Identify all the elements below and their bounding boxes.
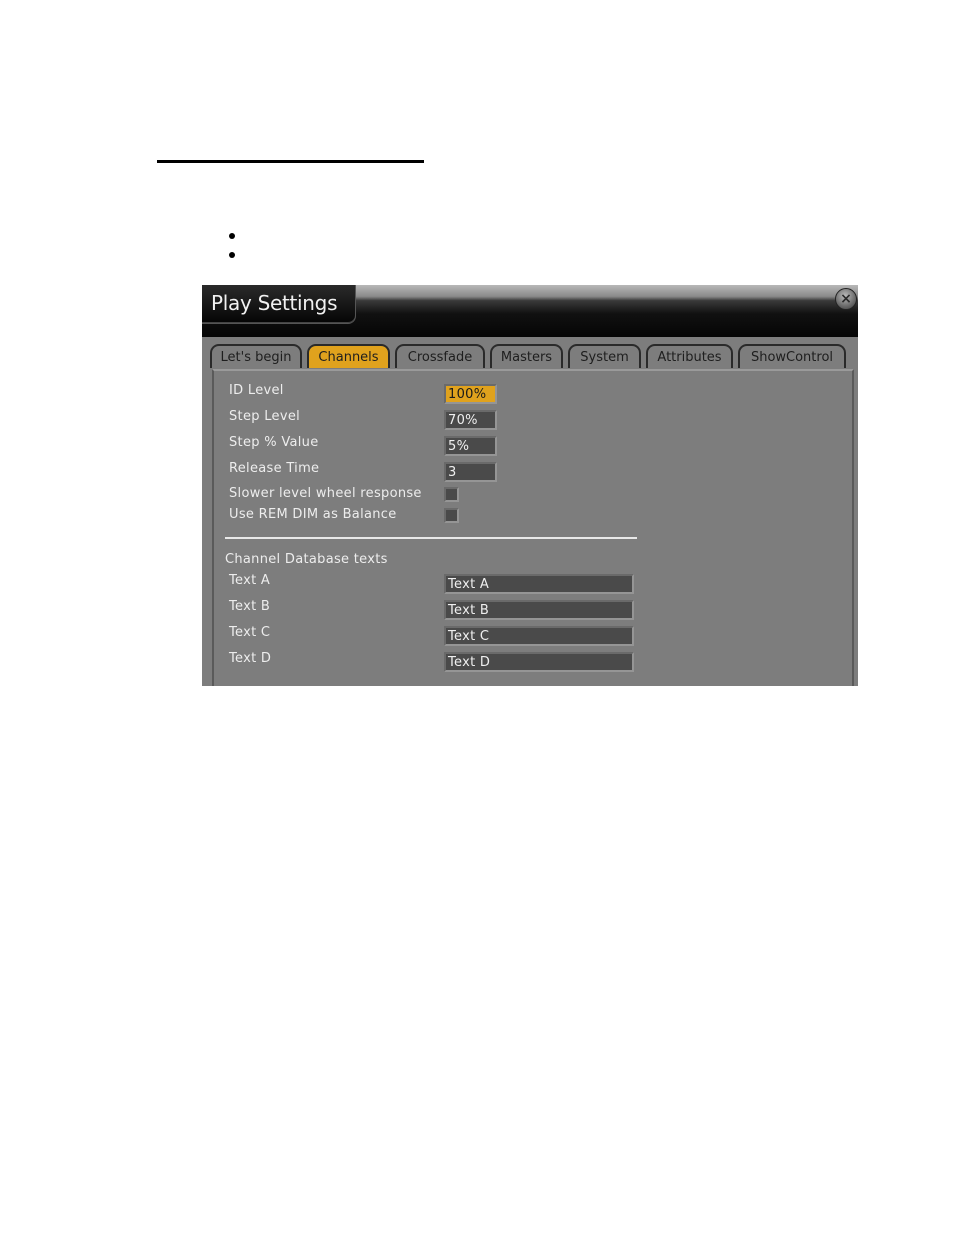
text-c-label: Text C xyxy=(229,625,271,640)
text-b-label: Text B xyxy=(229,599,271,614)
bullet-point xyxy=(229,233,235,239)
window-title: Play Settings xyxy=(211,291,338,315)
text-a-field[interactable]: Text A xyxy=(444,574,634,594)
tab-showcontrol[interactable]: ShowControl xyxy=(738,344,846,368)
text-d-field[interactable]: Text D xyxy=(444,652,634,672)
heading-underline-rule xyxy=(157,160,424,163)
tab-lets-begin[interactable]: Let's begin xyxy=(210,344,302,368)
id-level-field[interactable]: 100% xyxy=(444,384,497,404)
step-percent-value-field[interactable]: 5% xyxy=(444,436,497,456)
tab-attributes[interactable]: Attributes xyxy=(646,344,733,368)
bullet-point xyxy=(229,252,235,258)
release-time-field[interactable]: 3 xyxy=(444,462,497,482)
step-percent-value-label: Step % Value xyxy=(229,435,319,450)
title-tab: Play Settings xyxy=(202,285,356,324)
close-x-icon: × xyxy=(840,291,852,307)
tab-bar: Let's begin Channels Crossfade Masters S… xyxy=(210,344,846,370)
id-level-label: ID Level xyxy=(229,383,284,398)
title-bar: Play Settings × xyxy=(202,285,858,337)
play-settings-window: Play Settings × Let's begin Channels Cro… xyxy=(202,285,858,686)
channel-database-heading: Channel Database texts xyxy=(225,552,388,567)
tab-system[interactable]: System xyxy=(568,344,641,368)
text-c-field[interactable]: Text C xyxy=(444,626,634,646)
release-time-label: Release Time xyxy=(229,461,320,476)
text-d-label: Text D xyxy=(229,651,272,666)
text-b-field[interactable]: Text B xyxy=(444,600,634,620)
close-button[interactable]: × xyxy=(835,288,857,310)
tab-channels[interactable]: Channels xyxy=(307,344,390,368)
section-divider xyxy=(225,537,637,539)
channels-panel: ID Level 100% Step Level 70% Step % Valu… xyxy=(212,369,854,686)
use-rem-dim-checkbox[interactable] xyxy=(444,508,459,523)
text-a-label: Text A xyxy=(229,573,271,588)
step-level-label: Step Level xyxy=(229,409,301,424)
tab-crossfade[interactable]: Crossfade xyxy=(395,344,485,368)
use-rem-dim-label: Use REM DIM as Balance xyxy=(229,507,397,522)
step-level-field[interactable]: 70% xyxy=(444,410,497,430)
slower-level-wheel-label: Slower level wheel response xyxy=(229,486,422,501)
slower-level-wheel-checkbox[interactable] xyxy=(444,487,459,502)
tab-masters[interactable]: Masters xyxy=(490,344,563,368)
